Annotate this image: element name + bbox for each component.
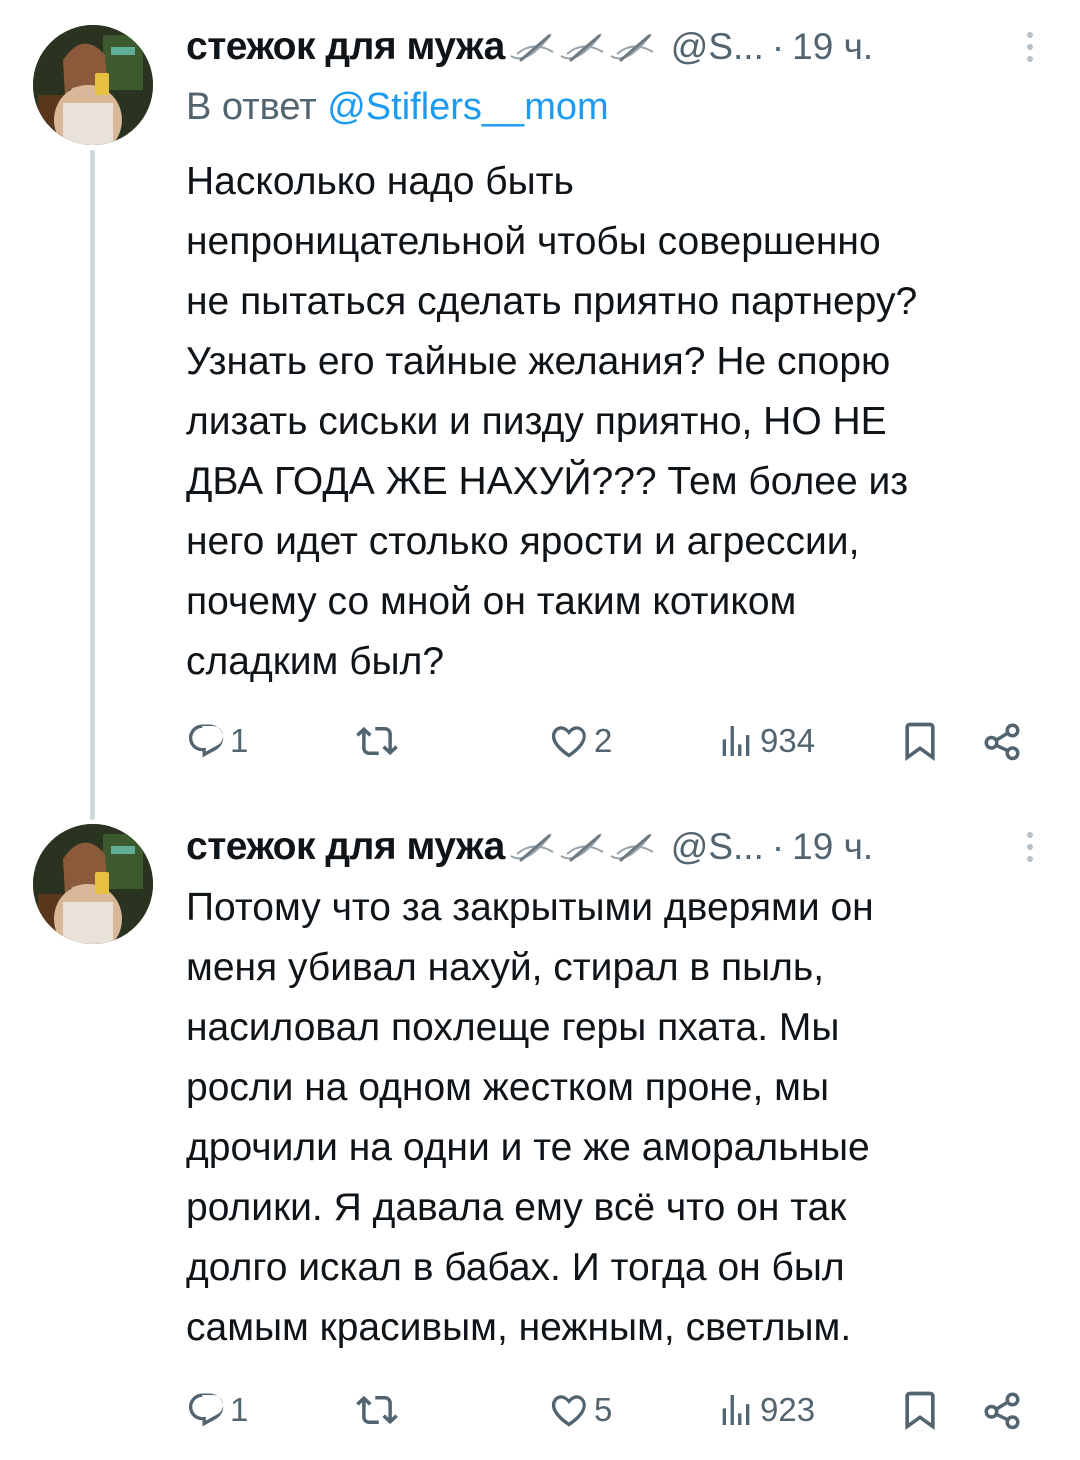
views-button[interactable]: 934 bbox=[716, 717, 815, 765]
retweet-button[interactable] bbox=[356, 1386, 402, 1434]
separator-dot: · bbox=[771, 26, 785, 67]
more-options-icon[interactable] bbox=[1020, 827, 1040, 867]
author-name[interactable]: стежок для мужа bbox=[186, 25, 505, 69]
timestamp[interactable]: 19 ч. bbox=[792, 26, 873, 68]
bookmark-button[interactable] bbox=[898, 717, 942, 765]
avatar[interactable] bbox=[33, 25, 153, 145]
reply-icon bbox=[189, 724, 224, 758]
retweet-icon bbox=[356, 726, 398, 756]
tweet-header: стежок для мужа @S... · 19 ч. bbox=[186, 825, 1040, 869]
thread-line bbox=[90, 150, 95, 820]
bookmark-icon bbox=[905, 1391, 935, 1430]
bookmark-icon bbox=[905, 722, 935, 761]
views-count: 934 bbox=[760, 722, 816, 759]
timestamp[interactable]: 19 ч. bbox=[792, 826, 873, 868]
reply-count: 1 bbox=[230, 722, 249, 759]
reply-mention-link[interactable]: @Stiflers__mom bbox=[327, 86, 608, 128]
views-icon bbox=[722, 726, 750, 756]
like-count: 5 bbox=[594, 1391, 613, 1428]
reply-button[interactable]: 1 bbox=[186, 717, 248, 765]
author-name[interactable]: стежок для мужа bbox=[186, 825, 505, 869]
share-icon bbox=[984, 1392, 1020, 1430]
separator-dot: · bbox=[771, 826, 785, 867]
tweet-text: Насколько надо быть непроницательной что… bbox=[186, 160, 918, 683]
share-button[interactable] bbox=[981, 717, 1023, 765]
reply-count: 1 bbox=[230, 1391, 249, 1428]
reply-button[interactable]: 1 bbox=[186, 1386, 248, 1434]
heart-icon bbox=[551, 1395, 586, 1427]
bookmark-button[interactable] bbox=[898, 1386, 942, 1434]
heart-icon bbox=[551, 726, 586, 758]
author-handle[interactable]: @S... bbox=[671, 826, 764, 868]
like-count: 2 bbox=[594, 722, 613, 759]
avatar[interactable] bbox=[33, 824, 153, 944]
action-bar: 1 5 923 bbox=[186, 1386, 1031, 1434]
needle-thread-icon bbox=[507, 30, 657, 64]
tweet-header: стежок для мужа @S... · 19 ч. bbox=[186, 25, 1040, 69]
reply-to-line: В ответ @Stiflers__mom bbox=[186, 86, 609, 129]
share-button[interactable] bbox=[981, 1386, 1023, 1434]
like-button[interactable]: 5 bbox=[548, 1386, 612, 1434]
views-icon bbox=[722, 1395, 750, 1425]
action-bar: 1 2 934 bbox=[186, 717, 1031, 765]
retweet-button[interactable] bbox=[356, 717, 402, 765]
views-count: 923 bbox=[760, 1391, 816, 1428]
author-handle[interactable]: @S... bbox=[671, 26, 764, 68]
more-options-icon[interactable] bbox=[1020, 27, 1040, 67]
reply-icon bbox=[189, 1393, 224, 1427]
share-icon bbox=[984, 723, 1020, 761]
needle-thread-icon bbox=[507, 830, 657, 864]
views-button[interactable]: 923 bbox=[716, 1386, 815, 1434]
retweet-icon bbox=[356, 1395, 398, 1425]
tweet-text: Потому что за закрытыми дверями он меня … bbox=[186, 886, 874, 1349]
like-button[interactable]: 2 bbox=[548, 717, 612, 765]
reply-prefix: В ответ bbox=[186, 86, 317, 128]
